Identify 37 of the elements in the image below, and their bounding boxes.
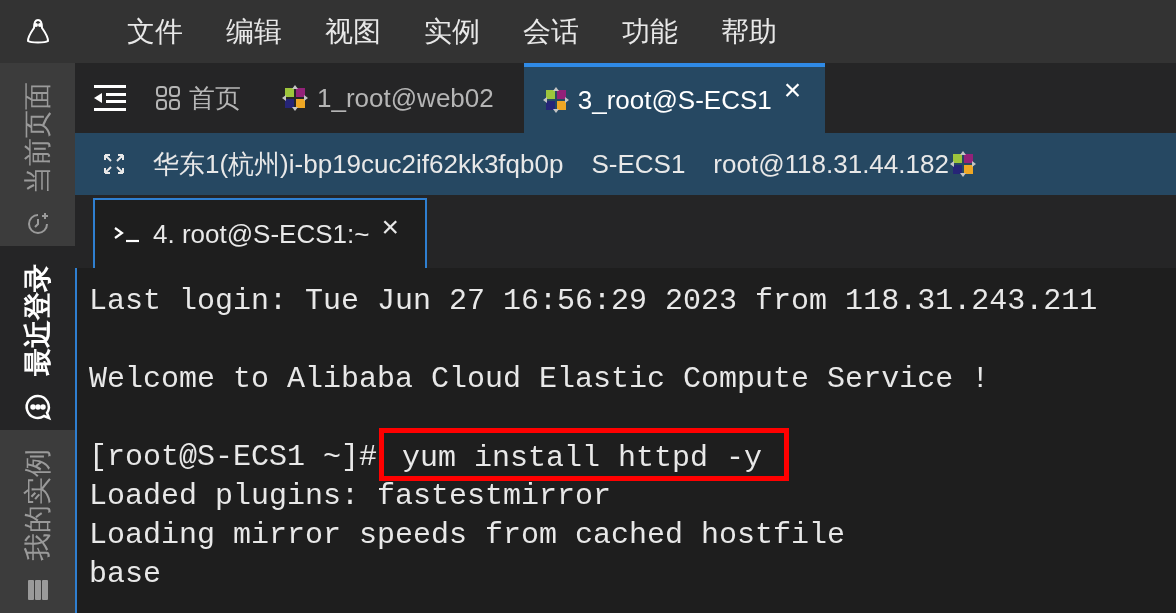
terminal-line: Loading mirror speeds from cached hostfile xyxy=(89,518,846,552)
instance-id: 华东1(杭州)i-bp19cuc2if62kk3fqb0p xyxy=(153,147,564,181)
tab[interactable]: 3_root@S-ECS1 × xyxy=(523,63,826,133)
menu-item[interactable]: 实例 xyxy=(424,10,480,53)
close-button[interactable]: × xyxy=(783,75,802,105)
sidebar-tab[interactable]: 我的实例 xyxy=(0,429,75,613)
pinwheel-icon xyxy=(948,150,977,178)
menu-item[interactable]: 视图 xyxy=(325,10,381,53)
expand-icon[interactable] xyxy=(103,153,125,175)
menu-item[interactable]: 文件 xyxy=(127,10,183,53)
login-address: root@118.31.44.182 xyxy=(713,147,949,181)
server-icon xyxy=(25,578,50,603)
menu-item[interactable]: 会话 xyxy=(523,10,579,53)
tab[interactable]: 1_root@web02 xyxy=(271,63,504,133)
terminal-label: 4. root@S-ECS1:~ xyxy=(153,217,370,251)
menu-item[interactable]: 帮助 xyxy=(721,10,777,53)
terminal-line: Welcome to Alibaba Cloud Elastic Compute Service ! xyxy=(89,362,990,396)
menu-icon[interactable] xyxy=(94,85,126,111)
grid-icon xyxy=(155,85,181,111)
close-button[interactable]: × xyxy=(381,212,399,242)
terminal-line: Last login: Tue Jun 27 16:56:29 2023 from 118.31.243.211 xyxy=(89,284,1098,318)
pinwheel-icon xyxy=(281,84,309,112)
instance-name: S-ECS1 xyxy=(591,147,686,181)
pinwheel-icon xyxy=(541,86,570,114)
chat-icon xyxy=(23,393,52,421)
menu-item[interactable]: 编辑 xyxy=(226,10,282,53)
terminal-icon xyxy=(113,225,141,243)
sidebar-tab[interactable]: 最近登录 xyxy=(0,246,75,430)
tab[interactable]: 首页 xyxy=(145,63,251,133)
terminal-line: base xyxy=(89,557,161,591)
penguin-icon xyxy=(24,17,51,46)
terminal-tab[interactable]: 4. root@S-ECS1:~ × xyxy=(93,198,427,268)
command-text: yum install httpd -y xyxy=(379,428,790,481)
terminal-line: Loaded plugins: fastestmirror xyxy=(89,479,612,513)
menu-item[interactable]: 功能 xyxy=(622,10,678,53)
sidebar-tab[interactable]: 当前页面 xyxy=(0,63,75,247)
shell-prompt: [root@S-ECS1 ~]# xyxy=(89,439,378,476)
